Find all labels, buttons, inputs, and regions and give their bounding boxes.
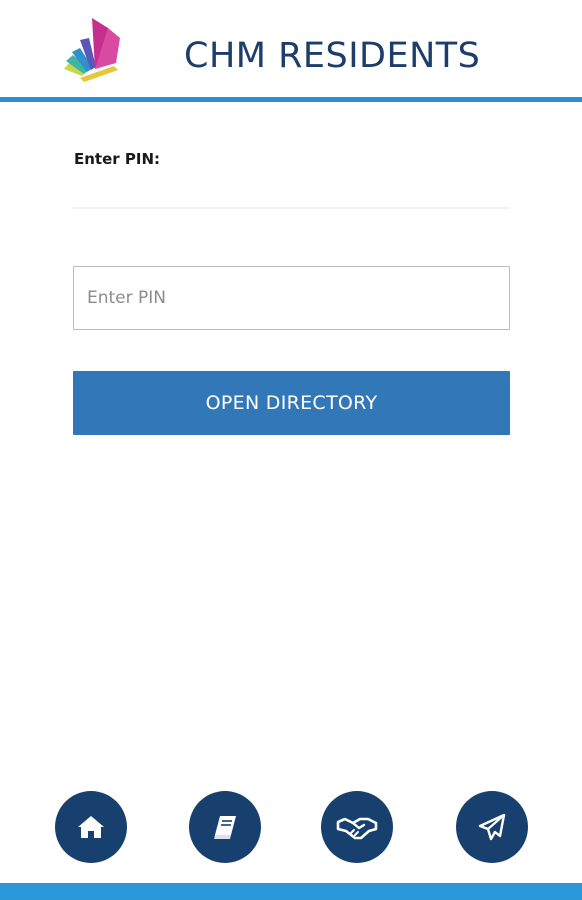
- book-icon: [214, 816, 236, 839]
- label-divider: [73, 207, 510, 209]
- nav-home-button[interactable]: [55, 791, 127, 863]
- pin-label: Enter PIN:: [74, 150, 161, 168]
- app-title: CHM RESIDENTS: [184, 36, 481, 76]
- nav-handshake-button[interactable]: [321, 791, 393, 863]
- app-logo-icon: [64, 18, 120, 82]
- paper-plane-icon: [478, 813, 506, 841]
- app-header: CHM RESIDENTS: [0, 0, 582, 100]
- pin-input[interactable]: [73, 266, 510, 330]
- nav-send-button[interactable]: [456, 791, 528, 863]
- home-icon: [78, 816, 104, 838]
- footer-bar: [0, 883, 582, 900]
- handshake-icon: [336, 817, 378, 840]
- header-divider: [0, 97, 582, 102]
- open-directory-button[interactable]: OPEN DIRECTORY: [73, 371, 510, 435]
- nav-book-button[interactable]: [189, 791, 261, 863]
